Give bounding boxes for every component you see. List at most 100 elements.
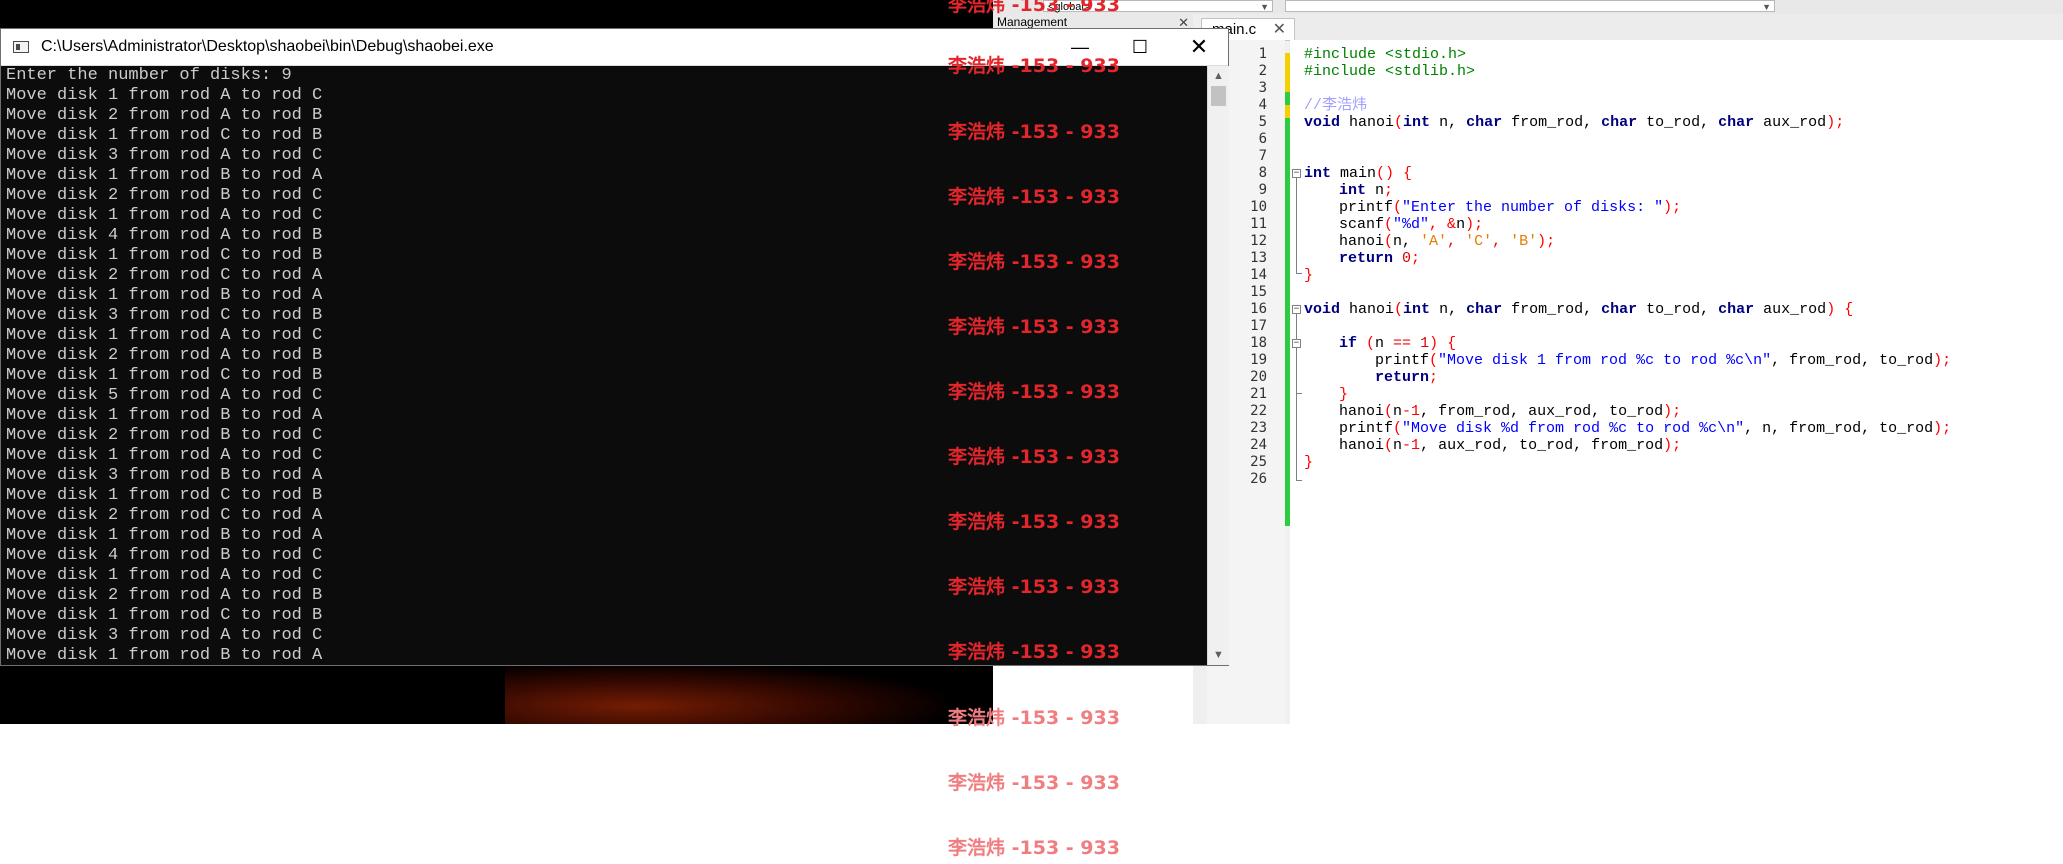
code-comment: //李浩炜 (1304, 97, 1368, 114)
code-token: ( (1384, 403, 1394, 420)
code-line: hanoi(n, 'A', 'C', 'B'); (1339, 233, 1555, 250)
watermark-text: 李浩炜 -153 - 933 (948, 511, 1120, 533)
console-line: Move disk 1 from rod A to rod C (6, 326, 323, 345)
code-line: printf("Enter the number of disks: "); (1339, 199, 1681, 216)
watermark-text: 李浩炜 -153 - 933 (948, 772, 1120, 794)
code-token: ( (1393, 199, 1403, 216)
watermark-text: 李浩炜 -153 - 933 (948, 837, 1120, 859)
scroll-up-arrow-icon[interactable]: ▲ (1208, 66, 1229, 86)
code-token: ); (1826, 114, 1845, 131)
code-token: ); (1933, 420, 1952, 437)
code-token: ( (1384, 216, 1394, 233)
console-line: Move disk 1 from rod B to rod A (6, 286, 323, 305)
code-token: printf (1339, 199, 1394, 216)
code-token: #include <stdio.h> (1304, 46, 1467, 63)
code-token: ( (1384, 233, 1394, 250)
code-token: char (1718, 301, 1755, 318)
management-panel-title: Management (997, 15, 1068, 29)
code-string: "Move disk 1 from rod %c to rod %c\n" (1438, 352, 1772, 369)
console-line: Enter the number of disks: 9 (6, 66, 292, 85)
code-token: , aux_rod, to_rod, from_rod (1420, 437, 1664, 454)
code-token: hanoi (1340, 301, 1395, 318)
code-token: ( (1357, 335, 1376, 352)
code-token: ; (1384, 182, 1394, 199)
code-token: n, (1430, 114, 1467, 131)
code-token: aux_rod (1754, 114, 1827, 131)
code-line: return 0; (1339, 250, 1420, 267)
code-token: char (1601, 301, 1638, 318)
close-icon[interactable]: ✕ (1273, 19, 1286, 41)
console-line: Move disk 1 from rod A to rod C (6, 86, 323, 105)
console-line: Move disk 3 from rod A to rod C (6, 626, 323, 645)
console-line: Move disk 1 from rod B to rod A (6, 526, 323, 545)
code-token: n (1366, 182, 1385, 199)
code-token: printf (1375, 352, 1430, 369)
code-token: n (1375, 335, 1394, 352)
code-token: int (1339, 182, 1367, 199)
console-line: Move disk 2 from rod A to rod B (6, 586, 323, 605)
console-window-title: C:\Users\Administrator\Desktop\shaobei\b… (41, 38, 494, 55)
code-token: } (1304, 267, 1314, 284)
code-token: ); (1933, 352, 1952, 369)
code-line: hanoi(n-1, aux_rod, to_rod, from_rod); (1339, 437, 1681, 454)
scroll-thumb[interactable] (1211, 86, 1226, 106)
fold-toggle-icon[interactable]: − (1292, 305, 1301, 314)
watermark-text: 李浩炜 -153 - 933 (948, 381, 1120, 403)
code-token: from_rod, (1502, 114, 1602, 131)
console-line: Move disk 3 from rod C to rod B (6, 306, 323, 325)
console-line: Move disk 5 from rod A to rod C (6, 386, 323, 405)
code-token: int (1403, 114, 1431, 131)
watermark-text: 李浩炜 -153 - 933 (948, 316, 1120, 338)
code-token: () { (1376, 165, 1413, 182)
console-line: Move disk 2 from rod C to rod A (6, 266, 323, 285)
symbol-dropdown[interactable]: ▼ (1285, 0, 1775, 12)
code-string: "Enter the number of disks: " (1402, 199, 1664, 216)
code-line: printf("Move disk %d from rod %c to rod … (1339, 420, 1951, 437)
fold-guide (1296, 178, 1297, 273)
code-line: } (1304, 454, 1313, 471)
code-token: scanf (1339, 216, 1385, 233)
code-token: to_rod, (1637, 301, 1719, 318)
close-button[interactable]: ✕ (1170, 29, 1228, 65)
console-line: Move disk 1 from rod A to rod C (6, 446, 323, 465)
code-token: ); (1537, 233, 1556, 250)
code-token: int (1304, 165, 1332, 182)
code-token: void (1304, 301, 1341, 318)
console-line: Move disk 3 from rod A to rod C (6, 146, 323, 165)
code-token: n (1393, 437, 1403, 454)
code-token: return (1339, 250, 1394, 267)
code-token: printf (1339, 420, 1394, 437)
console-line: Move disk 1 from rod C to rod B (6, 606, 323, 625)
console-line: Move disk 2 from rod B to rod C (6, 186, 323, 205)
fold-guide-end (1296, 393, 1302, 394)
fold-toggle-icon[interactable]: − (1292, 169, 1301, 178)
code-token: char (1718, 114, 1755, 131)
code-token: char (1601, 114, 1638, 131)
fold-toggle-icon[interactable]: − (1292, 339, 1301, 348)
watermark-text: 李浩炜 -153 - 933 (948, 121, 1120, 143)
code-token: n, (1430, 301, 1467, 318)
code-token: , (1447, 233, 1466, 250)
watermark-text: 李浩炜 -153 - 933 (948, 251, 1120, 273)
code-token: ( (1393, 420, 1403, 437)
fold-guide-end (1296, 273, 1302, 274)
console-line: Move disk 2 from rod A to rod B (6, 346, 323, 365)
watermark-text: 李浩炜 -153 - 933 (948, 55, 1120, 77)
watermark-text: 李浩炜 -153 - 933 (948, 446, 1120, 468)
code-line: scanf("%d", &n); (1339, 216, 1483, 233)
code-token: == (1393, 335, 1412, 352)
code-token: ); (1663, 403, 1682, 420)
console-line: Move disk 4 from rod A to rod B (6, 226, 323, 245)
chevron-down-icon: ▼ (1260, 2, 1269, 12)
code-token: , n, from_rod, to_rod (1744, 420, 1934, 437)
console-scrollbar[interactable]: ▲ ▼ (1207, 66, 1229, 665)
code-token: n (1456, 216, 1466, 233)
console-line: Move disk 1 from rod B to rod A (6, 166, 323, 185)
code-token: } (1339, 386, 1349, 403)
code-token: return (1375, 369, 1430, 386)
console-line: Move disk 1 from rod C to rod B (6, 486, 323, 505)
console-line: Move disk 3 from rod B to rod A (6, 466, 323, 485)
scroll-down-arrow-icon[interactable]: ▼ (1208, 645, 1229, 665)
code-token: , & (1429, 216, 1457, 233)
code-token: , from_rod, aux_rod, to_rod (1420, 403, 1664, 420)
